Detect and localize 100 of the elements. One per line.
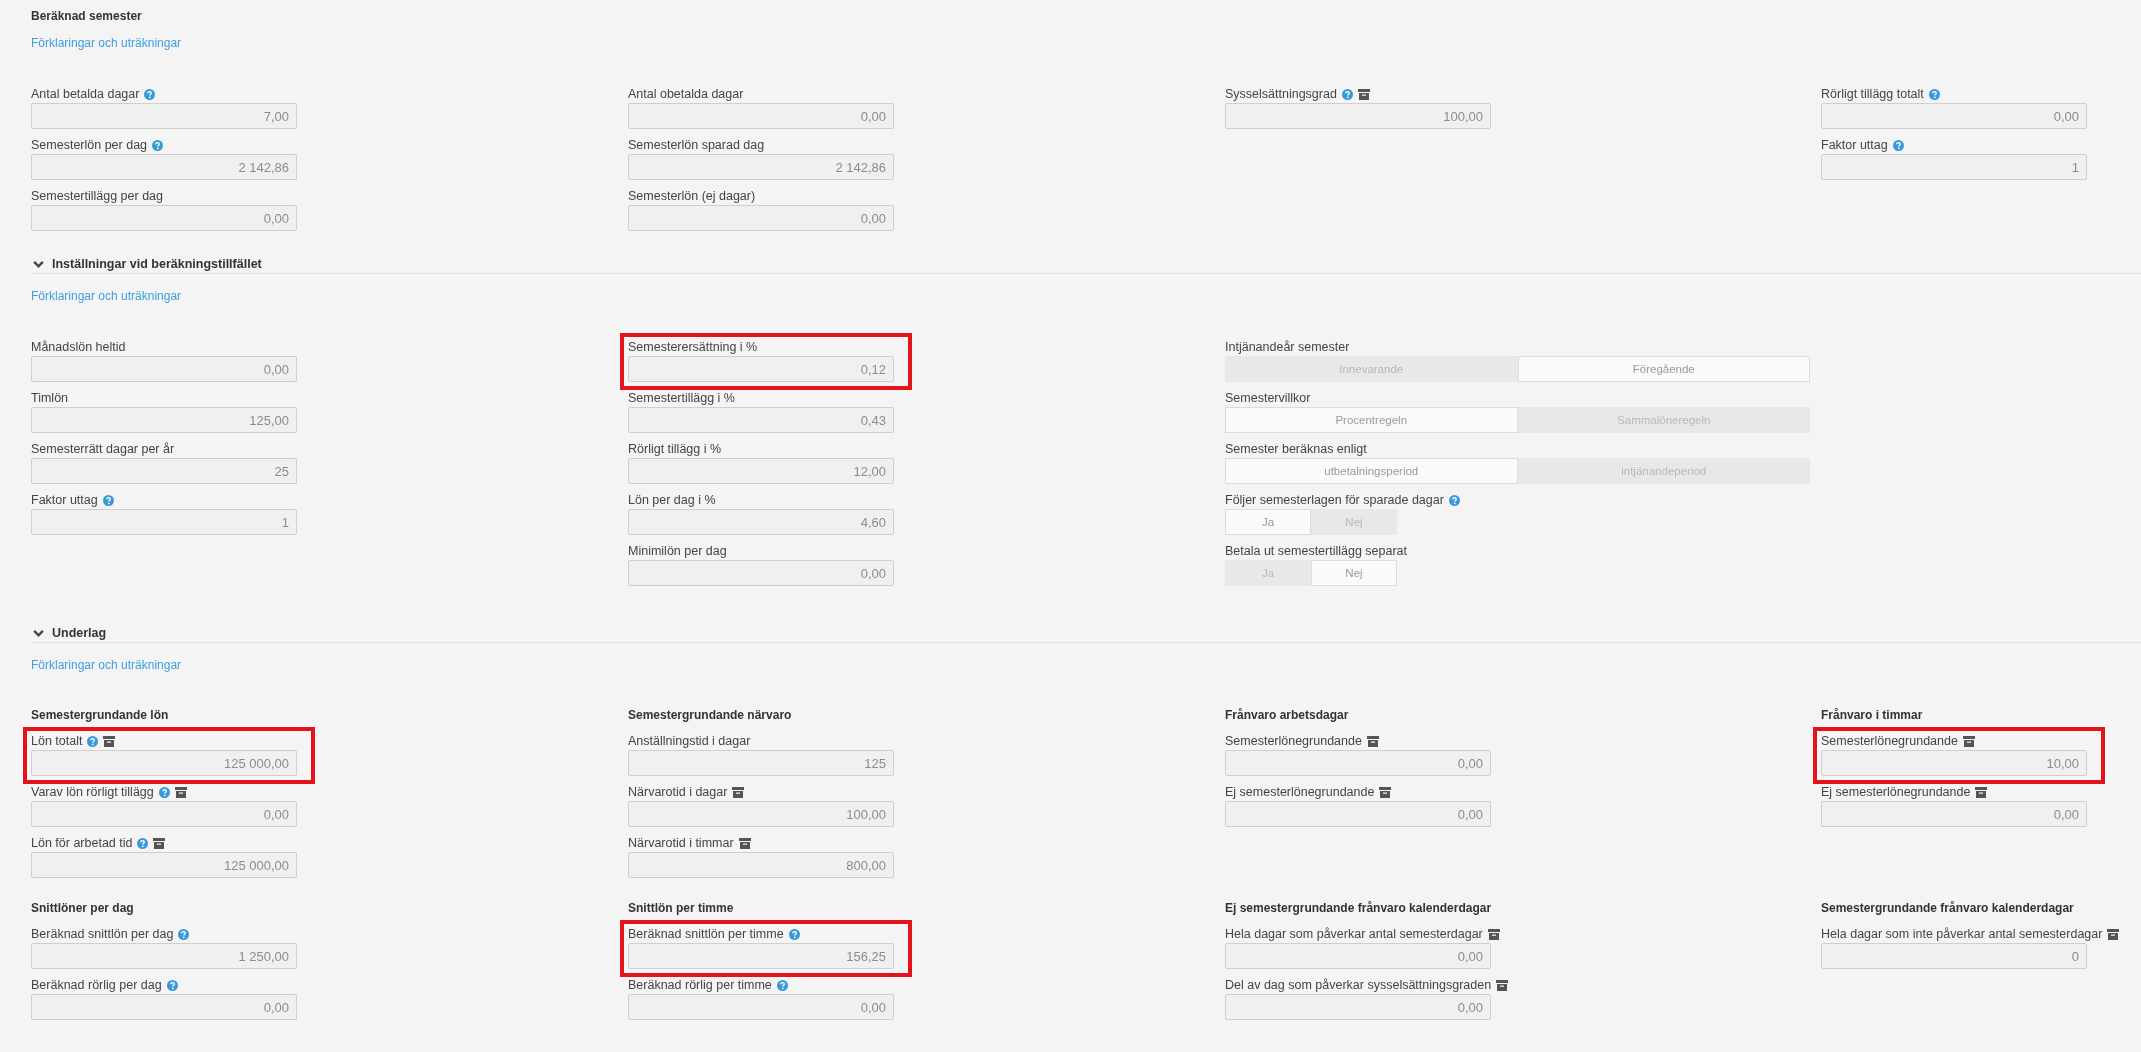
group-heading: Frånvaro i timmar [1821,707,1924,724]
field-label: Betala ut semestertillägg separat [1225,544,1408,558]
input-field[interactable]: 0,00 [1225,801,1491,827]
explanations-link[interactable]: Förklaringar och uträkningar [31,288,182,305]
field-label: Varav lön rörligt tillägg [31,785,154,799]
input-field[interactable]: 1 [1821,154,2087,180]
help-icon[interactable] [152,139,164,151]
help-icon[interactable] [178,928,190,940]
input-field[interactable]: 4,60 [628,509,894,535]
help-icon[interactable] [158,786,170,798]
field-label: Beräknad snittlön per dag [31,927,174,941]
field-label: Beräknad snittlön per timme [628,927,784,941]
input-field[interactable]: 0,00 [628,994,894,1020]
field-label: Minimilön per dag [628,544,727,558]
input-field[interactable]: 0,00 [1821,103,2087,129]
explanations-link[interactable]: Förklaringar och uträkningar [31,35,182,52]
section-title: Beräknad semester [31,8,143,25]
input-field[interactable]: 0,00 [1225,943,1491,969]
input-field[interactable]: 0,00 [31,205,297,231]
input-field[interactable]: 0,00 [1225,994,1491,1020]
field-label: Närvarotid i dagar [628,785,728,799]
help-icon[interactable] [144,88,156,100]
input-field[interactable]: 0,00 [1821,801,2087,827]
input-field[interactable]: 125 000,00 [31,750,297,776]
field-label: Lön totalt [31,734,83,748]
group-heading: Semestergrundande närvaro [628,707,793,724]
input-field[interactable]: 7,00 [31,103,297,129]
field-label: Beräknad rörlig per dag [31,978,162,992]
help-icon[interactable] [776,979,788,991]
segment-option[interactable]: utbetalningsperiod [1225,458,1518,484]
input-field[interactable]: 0,00 [31,801,297,827]
input-field[interactable]: 800,00 [628,852,894,878]
input-field[interactable]: 10,00 [1821,750,2087,776]
input-field[interactable]: 0,43 [628,407,894,433]
chevron-down-icon [33,628,44,639]
field-label: Semester beräknas enligt [1225,442,1367,456]
field-label: Ej semesterlönegrundande [1225,785,1375,799]
input-field[interactable]: 156,25 [628,943,894,969]
help-icon[interactable] [166,979,178,991]
field-label: Lön per dag i % [628,493,716,507]
chevron-down-icon [33,259,44,270]
field-label: Antal obetalda dagar [628,87,744,101]
input-field[interactable]: 1 [31,509,297,535]
field-label: Timlön [31,391,69,405]
input-field[interactable]: 0 [1821,943,2087,969]
group-heading: Semestergrundande lön [31,707,170,724]
input-field[interactable]: 125 000,00 [31,852,297,878]
help-icon[interactable] [1448,494,1460,506]
field-label: Faktor uttag [1821,138,1888,152]
segment-option[interactable]: Nej [1311,560,1397,586]
input-field[interactable]: 125 [628,750,894,776]
field-label: Anställningstid i dagar [628,734,751,748]
field-label: Hela dagar som påverkar antal semesterdagar [1225,927,1483,941]
input-field[interactable]: 1 250,00 [31,943,297,969]
input-field[interactable]: 0,00 [1225,750,1491,776]
field-label: Månadslön heltid [31,340,126,354]
field-label: Följer semesterlagen för sparade dagar [1225,493,1444,507]
field-label: Hela dagar som inte påverkar antal semesterdagar [1821,927,2103,941]
input-field[interactable]: 0,00 [628,205,894,231]
input-field[interactable]: 0,00 [31,356,297,382]
field-label: Del av dag som påverkar sysselsättningsgraden [1225,978,1492,992]
field-label: Rörligt tillägg i % [628,442,722,456]
input-field[interactable]: 100,00 [628,801,894,827]
input-field[interactable]: 2 142,86 [628,154,894,180]
section-toggle[interactable]: Inställningar vid beräkningstillfället [31,256,262,273]
field-label: Ej semesterlönegrundande [1821,785,1971,799]
help-icon[interactable] [788,928,800,940]
group-heading: Ej semestergrundande frånvaro kalenderdagar [1225,900,1493,917]
field-label: Semestervillkor [1225,391,1311,405]
input-field[interactable]: 0,00 [31,994,297,1020]
input-field[interactable]: 100,00 [1225,103,1491,129]
field-label: Semesterlön per dag [31,138,148,152]
input-field[interactable]: 12,00 [628,458,894,484]
segment-option[interactable]: Procentregeln [1225,407,1518,433]
help-icon[interactable] [1341,88,1353,100]
input-field[interactable]: 25 [31,458,297,484]
field-label: Närvarotid i timmar [628,836,734,850]
segment-option[interactable]: Ja [1225,509,1311,535]
field-label: Sysselsättningsgrad [1225,87,1337,101]
section-toggle[interactable]: Underlag [31,625,107,642]
help-icon[interactable] [87,735,99,747]
field-label: Semestertillägg per dag [31,189,164,203]
input-field[interactable]: 0,12 [628,356,894,382]
input-field[interactable]: 0,00 [628,103,894,129]
segment-option[interactable]: Föregående [1517,356,1810,382]
field-label: Rörligt tillägg totalt [1821,87,1924,101]
field-label: Semesterrätt dagar per år [31,442,175,456]
help-icon[interactable] [1892,139,1904,151]
field-label: Semesterlön (ej dagar) [628,189,756,203]
input-field[interactable]: 0,00 [628,560,894,586]
help-icon[interactable] [137,837,149,849]
explanations-link[interactable]: Förklaringar och uträkningar [31,657,182,674]
field-label: Semesterlönegrundande [1225,734,1362,748]
help-icon[interactable] [1928,88,1940,100]
field-label: Semesterlönegrundande [1821,734,1958,748]
field-label: Lön för arbetad tid [31,836,133,850]
input-field[interactable]: 2 142,86 [31,154,297,180]
help-icon[interactable] [102,494,114,506]
input-field[interactable]: 125,00 [31,407,297,433]
group-heading: Snittlön per timme [628,900,735,917]
